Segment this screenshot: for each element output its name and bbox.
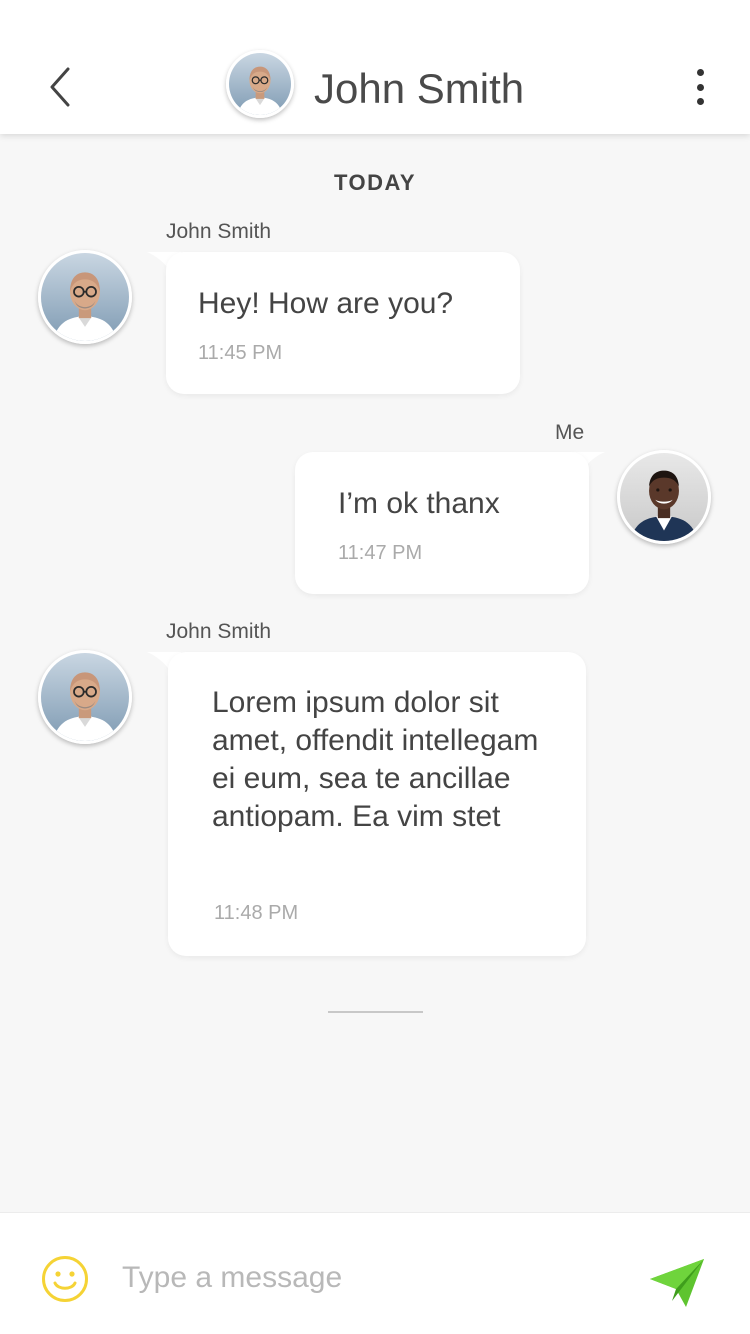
message-text: I’m ok thanx (338, 487, 500, 520)
smiley-icon (42, 1256, 88, 1302)
message-bubble[interactable]: I’m ok thanx 11:47 PM (295, 452, 589, 594)
back-button[interactable] (40, 62, 80, 112)
message-time: 11:48 PM (214, 902, 299, 924)
sender-avatar[interactable] (38, 650, 132, 744)
message-time: 11:45 PM (198, 342, 283, 364)
scroll-indicator (328, 1011, 423, 1013)
message-text: Hey! How are you? (198, 287, 454, 320)
date-divider: TODAY (333, 170, 417, 195)
send-button[interactable] (648, 1257, 708, 1311)
message-bubble[interactable]: Hey! How are you? 11:45 PM (166, 252, 520, 394)
contact-name: John Smith (314, 65, 525, 112)
contact-avatar[interactable] (226, 50, 294, 118)
message-time: 11:47 PM (338, 542, 423, 564)
sender-name: John Smith (166, 620, 272, 643)
sender-avatar[interactable] (38, 250, 132, 344)
more-options-button[interactable] (684, 64, 716, 110)
message-input[interactable] (122, 1253, 602, 1303)
message-text: Lorem ipsum dolor sit amet, offendit int… (212, 686, 539, 833)
message-composer (0, 1212, 750, 1334)
paper-plane-icon (650, 1259, 704, 1307)
sender-name: Me (555, 421, 585, 444)
more-vertical-icon (696, 69, 704, 76)
sender-name: John Smith (166, 220, 272, 243)
chat-header: John Smith (0, 0, 750, 134)
chevron-left-icon (50, 67, 70, 107)
message-bubble[interactable]: Lorem ipsum dolor sit amet, offendit int… (168, 652, 586, 956)
emoji-button[interactable] (40, 1254, 90, 1304)
my-avatar[interactable] (617, 450, 711, 544)
